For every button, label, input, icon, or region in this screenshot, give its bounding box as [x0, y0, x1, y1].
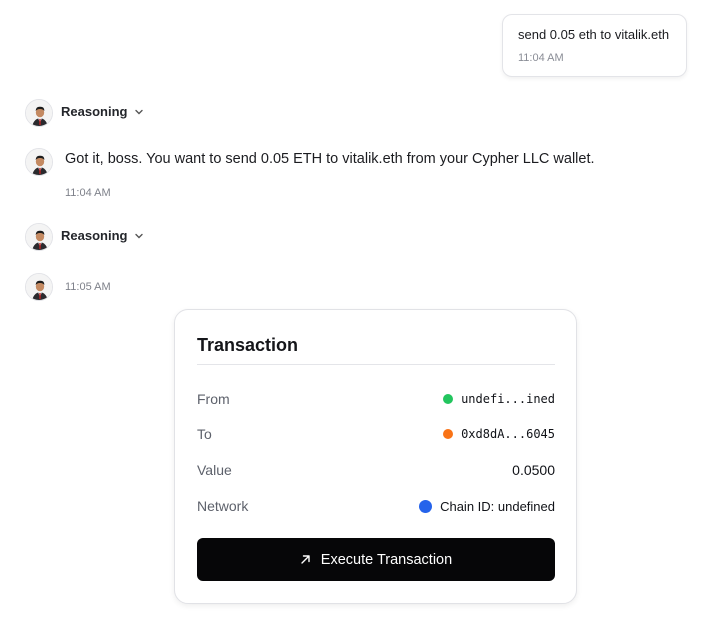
execute-button-label: Execute Transaction — [320, 551, 453, 568]
reasoning-toggle-1[interactable]: Reasoning — [61, 104, 145, 119]
from-label: From — [197, 391, 230, 407]
assistant-message-text: Got it, boss. You want to send 0.05 ETH … — [65, 151, 595, 167]
status-dot — [443, 429, 454, 439]
transaction-card: Transaction From undefi...ined To 0xd8dA… — [174, 309, 577, 604]
reasoning-toggle-2[interactable]: Reasoning — [61, 228, 145, 243]
reasoning-label: Reasoning — [61, 228, 128, 243]
avatar-image — [26, 224, 52, 250]
transaction-row-from: From undefi...ined — [197, 389, 555, 409]
transaction-row-to: To 0xd8dA...6045 — [197, 424, 555, 444]
avatar-image — [26, 274, 52, 300]
from-address: undefi...ined — [461, 392, 555, 406]
chain-id-text: Chain ID: undefined — [440, 498, 555, 514]
assistant-avatar — [25, 273, 53, 301]
value-amount: 0.0500 — [512, 462, 555, 478]
transaction-title: Transaction — [197, 335, 299, 355]
user-message-time: 11:04 AM — [518, 52, 564, 64]
to-value: 0xd8dA...6045 — [443, 427, 555, 441]
network-label: Network — [197, 498, 249, 514]
network-dot — [419, 499, 433, 513]
value-label: Value — [197, 462, 232, 478]
network-value: Chain ID: undefined — [419, 499, 555, 514]
avatar-image — [26, 100, 52, 126]
assistant-avatar — [25, 99, 53, 127]
divider — [197, 364, 555, 365]
avatar-image — [26, 149, 52, 175]
execute-transaction-button[interactable]: Execute Transaction — [197, 538, 555, 581]
chevron-down-icon — [135, 109, 144, 114]
chevron-down-icon — [135, 233, 144, 238]
assistant-avatar — [25, 148, 53, 176]
reasoning-label: Reasoning — [61, 104, 128, 119]
arrow-up-right-icon — [301, 555, 310, 564]
chat-page: send 0.05 eth to vitalik.eth 11:04 AM Re… — [0, 0, 712, 619]
from-value: undefi...ined — [443, 392, 555, 406]
user-message-bubble: send 0.05 eth to vitalik.eth 11:04 AM — [502, 14, 687, 77]
to-label: To — [197, 426, 212, 442]
assistant-message-time: 11:04 AM — [65, 187, 111, 199]
user-message-text: send 0.05 eth to vitalik.eth — [518, 27, 670, 42]
to-address: 0xd8dA...6045 — [461, 427, 555, 441]
transaction-row-value: Value 0.0500 — [197, 460, 555, 480]
assistant-avatar — [25, 223, 53, 251]
assistant-message-time: 11:05 AM — [65, 281, 111, 293]
status-dot — [443, 394, 454, 404]
transaction-row-network: Network Chain ID: undefined — [197, 496, 555, 516]
